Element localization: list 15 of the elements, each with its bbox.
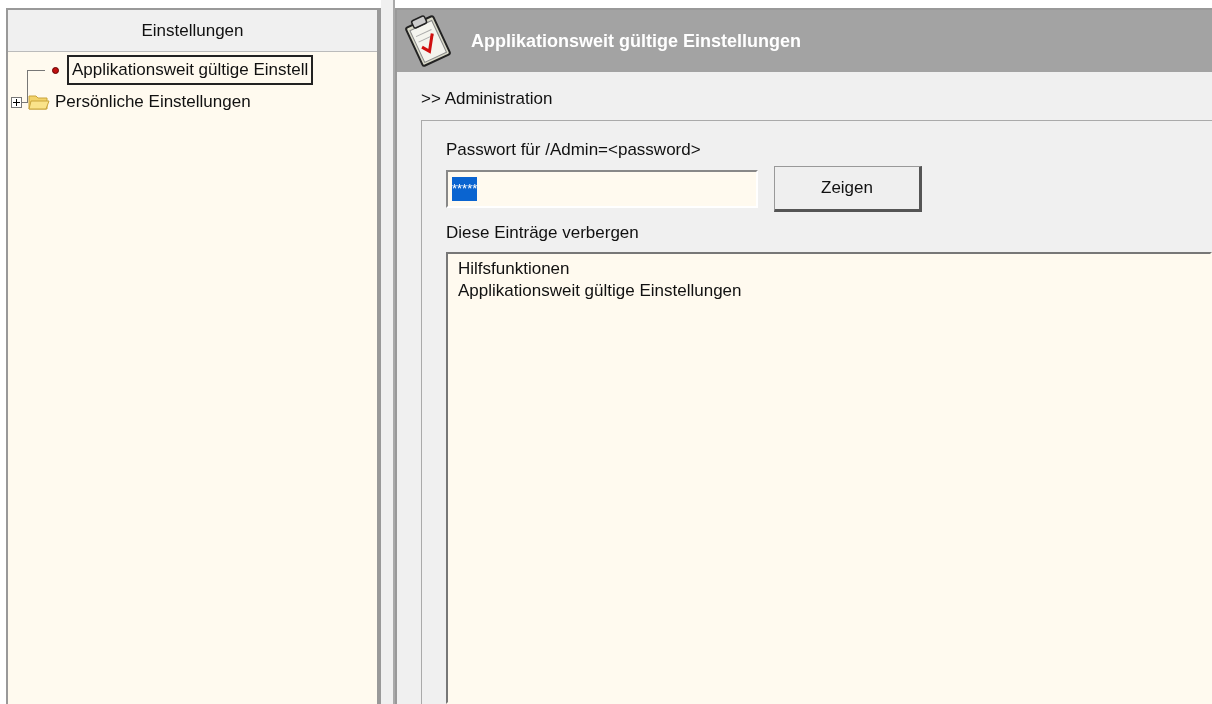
- folder-icon: [28, 93, 50, 111]
- show-button[interactable]: Zeigen: [774, 166, 922, 212]
- list-item[interactable]: Hilfsfunktionen: [458, 257, 1210, 280]
- list-box[interactable]: Hilfsfunktionen Applikationsweit gültige Einstellungen: [446, 251, 1212, 704]
- tree-item[interactable]: Applikationsweit gültige Einstell: [67, 55, 314, 85]
- breadcrumb: >> Administration: [421, 88, 554, 110]
- hidden-entries-label: Diese Einträge verbergen: [446, 222, 640, 244]
- tree-item[interactable]: Persönliche Einstellungen: [50, 87, 256, 117]
- password-label: Passwort für /Admin=<password>: [446, 138, 702, 161]
- list-item[interactable]: Applikationsweit gültige Einstellungen: [458, 279, 1210, 302]
- bullet-icon: [52, 66, 59, 74]
- title-bar: Applikationsweit gültige Einstellungen: [397, 10, 1212, 72]
- tree-header: Einstellungen: [8, 10, 377, 52]
- password-field[interactable]: *****: [446, 170, 758, 208]
- expand-icon[interactable]: [11, 96, 22, 108]
